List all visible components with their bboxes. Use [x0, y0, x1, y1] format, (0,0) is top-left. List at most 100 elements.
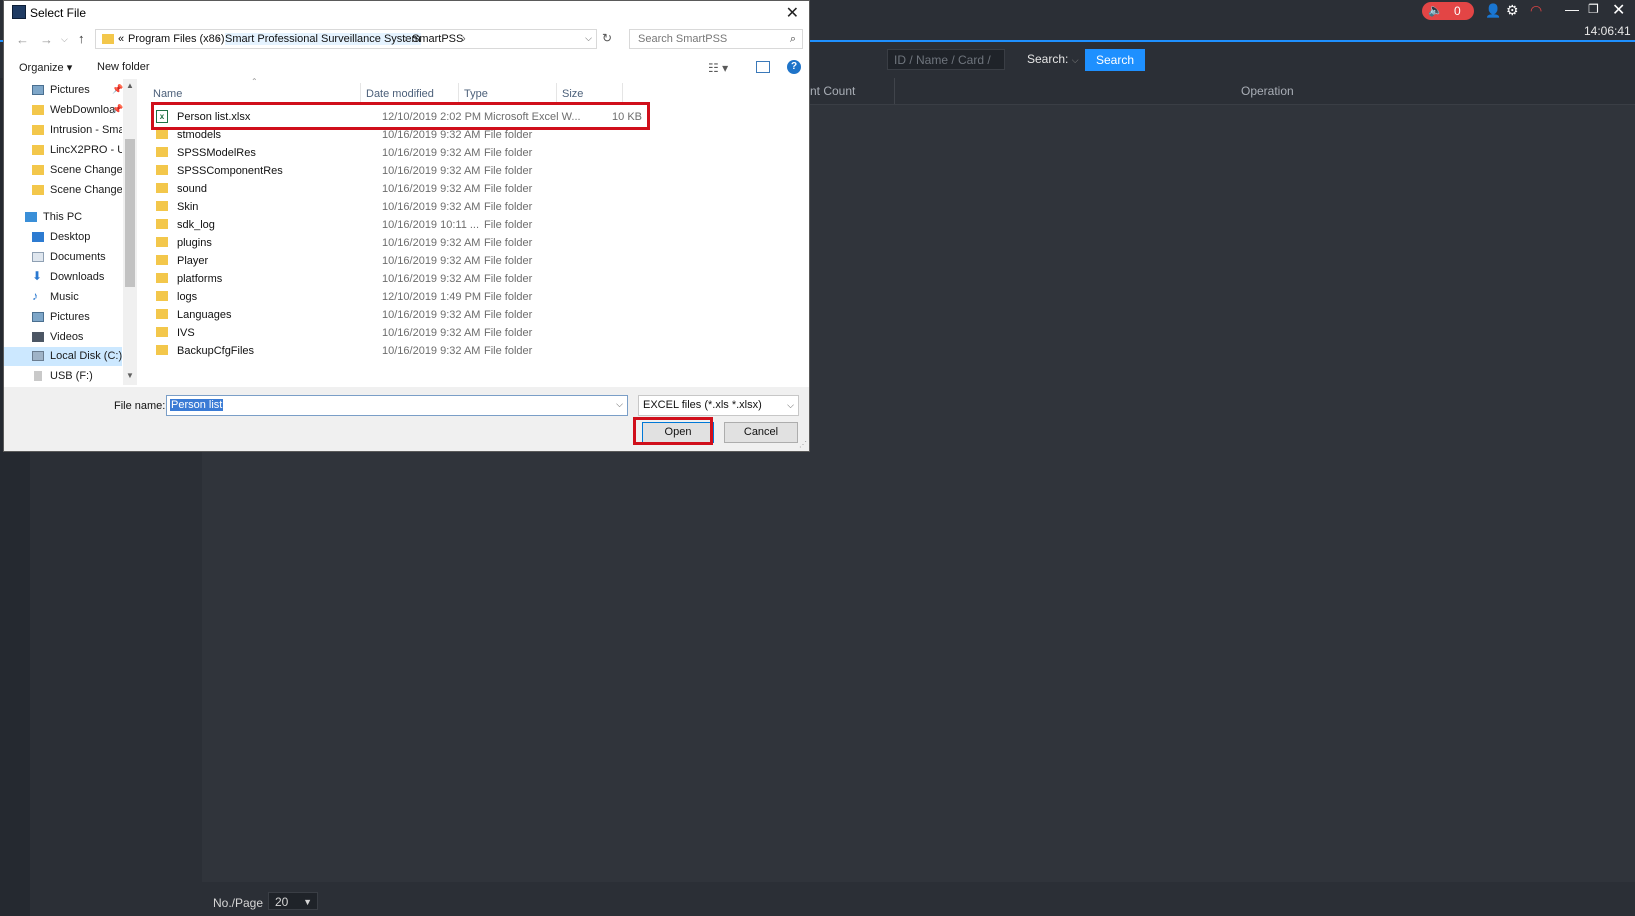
file-row[interactable]: plugins 10/16/2019 9:32 AM File folder [154, 234, 648, 252]
column-date-modified[interactable]: Date modified [366, 88, 434, 100]
file-name: platforms [177, 273, 223, 285]
nav-item-scene-change-2[interactable]: Scene Change - [4, 181, 122, 200]
cancel-button[interactable]: Cancel [724, 422, 798, 443]
minimize-icon[interactable]: — [1565, 1, 1579, 17]
breadcrumb-smartpss[interactable]: SmartPSS [412, 33, 463, 45]
nav-label: Scene Change - [50, 184, 122, 196]
scroll-up-icon[interactable]: ▲ [126, 81, 134, 90]
up-arrow-icon[interactable]: ↑ [78, 31, 85, 46]
preview-pane-icon[interactable] [756, 61, 770, 73]
close-app-icon[interactable]: ✕ [1612, 0, 1625, 20]
chevron-down-icon[interactable]: ⌵ [585, 33, 592, 44]
folder-icon [102, 34, 114, 44]
view-options-icon[interactable]: ☷ ▾ [708, 61, 728, 75]
file-name: IVS [177, 327, 195, 339]
scrollbar-thumb[interactable] [125, 139, 135, 287]
file-row[interactable]: Player 10/16/2019 9:32 AM File folder [154, 252, 648, 270]
search-type-select[interactable]: Search: ⌵ [1027, 52, 1079, 66]
column-header-count[interactable]: nt Count [810, 84, 855, 98]
file-row[interactable]: IVS 10/16/2019 9:32 AM File folder [154, 324, 648, 342]
file-row[interactable]: SPSSModelRes 10/16/2019 9:32 AM File folde… [154, 144, 648, 162]
column-divider[interactable] [556, 83, 557, 103]
nav-label: Downloads [50, 271, 105, 283]
chevron-down-icon[interactable]: ⌵ [616, 399, 623, 410]
file-type: File folder [484, 201, 533, 213]
file-row[interactable]: SPSSComponentRes 10/16/2019 9:32 AM File f… [154, 162, 648, 180]
file-name: Skin [177, 201, 199, 213]
clock: 14:06:41 [1584, 24, 1631, 38]
folder-icon [156, 237, 168, 247]
page-size-select[interactable]: 20 ▼ [268, 892, 318, 910]
file-row[interactable]: logs 12/10/2019 1:49 PM File folder [154, 288, 648, 306]
nav-item-intrusion[interactable]: Intrusion - Smar [4, 121, 122, 140]
column-divider[interactable] [622, 83, 623, 103]
column-divider[interactable] [458, 83, 459, 103]
page-size-value: 20 [275, 895, 289, 909]
file-type: File folder [484, 147, 533, 159]
nav-item-pictures[interactable]: Pictures [4, 308, 122, 327]
nav-item-lincx2pro[interactable]: LincX2PRO - Up [4, 141, 122, 160]
dialog-title: Select File [30, 6, 87, 20]
nav-scrollbar[interactable]: ▲ ▼ [123, 79, 137, 385]
column-name[interactable]: Name [153, 88, 182, 100]
back-arrow-icon[interactable]: ← [16, 32, 29, 47]
file-name: stmodels [177, 129, 222, 141]
breadcrumb-program-files[interactable]: Program Files (x86) [128, 33, 225, 45]
nav-item-desktop[interactable]: Desktop [4, 228, 122, 247]
gear-icon[interactable]: ⚙ [1506, 2, 1519, 19]
column-size[interactable]: Size [562, 88, 583, 100]
file-row[interactable]: Skin 10/16/2019 9:32 AM File folder [154, 198, 648, 216]
nav-label: This PC [43, 211, 83, 223]
column-type[interactable]: Type [464, 88, 488, 100]
file-type: File folder [484, 345, 533, 357]
nav-item-documents[interactable]: Documents [4, 248, 122, 267]
file-name-input[interactable]: Person list ⌵ [166, 395, 628, 416]
nav-item-local-disk[interactable]: Local Disk (C:) [4, 347, 122, 366]
highlight-box-open [633, 417, 713, 445]
search-button[interactable]: Search [1085, 49, 1145, 71]
file-row[interactable]: Languages 10/16/2019 9:32 AM File folder [154, 306, 648, 324]
alarm-indicator[interactable]: 🔈 0 [1422, 2, 1474, 20]
nav-item-videos[interactable]: Videos [4, 328, 122, 347]
close-icon[interactable]: ✕ [786, 3, 799, 23]
file-row[interactable]: BackupCfgFiles 10/16/2019 9:32 AM File fol… [154, 342, 648, 360]
nav-item-music[interactable]: ♪ Music [4, 288, 122, 307]
refresh-icon[interactable]: ↻ [602, 31, 612, 45]
file-type-select[interactable]: EXCEL files (*.xls *.xlsx) ⌵ [638, 395, 799, 416]
restore-icon[interactable]: ❐ [1588, 2, 1599, 16]
nav-item-scene-change-1[interactable]: Scene Change - [4, 161, 122, 180]
file-date: 12/10/2019 1:49 PM [382, 291, 482, 303]
help-icon[interactable]: ? [787, 60, 801, 74]
column-divider[interactable] [360, 83, 361, 103]
gauge-icon[interactable]: ◠ [1530, 2, 1542, 19]
column-header-operation[interactable]: Operation [1241, 84, 1294, 98]
organize-button[interactable]: Organize ▾ [19, 61, 72, 74]
forward-arrow-icon[interactable]: → [40, 32, 53, 47]
new-folder-button[interactable]: New folder [97, 61, 150, 73]
file-date: 10/16/2019 9:32 AM [382, 183, 481, 195]
scroll-down-icon[interactable]: ▼ [126, 371, 134, 380]
breadcrumb-smart-pss-system[interactable]: Smart Professional Surveillance System [225, 33, 421, 45]
user-icon[interactable]: 👤 [1485, 3, 1501, 19]
search-input[interactable]: Search SmartPSS ⌕ [629, 29, 803, 49]
file-row[interactable]: sdk_log 10/16/2019 10:11 ... File folder [154, 216, 648, 234]
recent-chevron-icon[interactable]: ⌵ [61, 34, 68, 45]
file-row[interactable]: platforms 10/16/2019 9:32 AM File folder [154, 270, 648, 288]
breadcrumb-overflow[interactable]: « [118, 33, 124, 45]
column-separator [894, 78, 895, 104]
resize-grip-icon[interactable]: ⋰ [799, 440, 807, 449]
pin-icon: 📌 [112, 84, 124, 94]
search-label: Search: [1027, 52, 1069, 66]
nav-item-usb[interactable]: USB (F:) [4, 367, 122, 385]
nav-item-webdownload[interactable]: WebDownloa 📌 [4, 101, 123, 120]
nav-item-downloads[interactable]: ⬇ Downloads [4, 268, 122, 287]
file-list-header: Name ⌃ Date modified Type Size [147, 77, 647, 103]
file-row[interactable]: sound 10/16/2019 9:32 AM File folder [154, 180, 648, 198]
nav-item-pictures-quick[interactable]: Pictures 📌 [4, 81, 124, 100]
address-bar[interactable]: « Program Files (x86) › Smart Profession… [95, 29, 597, 49]
folder-icon [156, 183, 168, 193]
nav-item-this-pc[interactable]: This PC [4, 208, 122, 227]
id-search-input[interactable]: ID / Name / Card / ... [887, 49, 1005, 88]
nav-label: Scene Change - [50, 164, 122, 176]
dialog-titlebar[interactable]: Select File ✕ [4, 1, 809, 25]
